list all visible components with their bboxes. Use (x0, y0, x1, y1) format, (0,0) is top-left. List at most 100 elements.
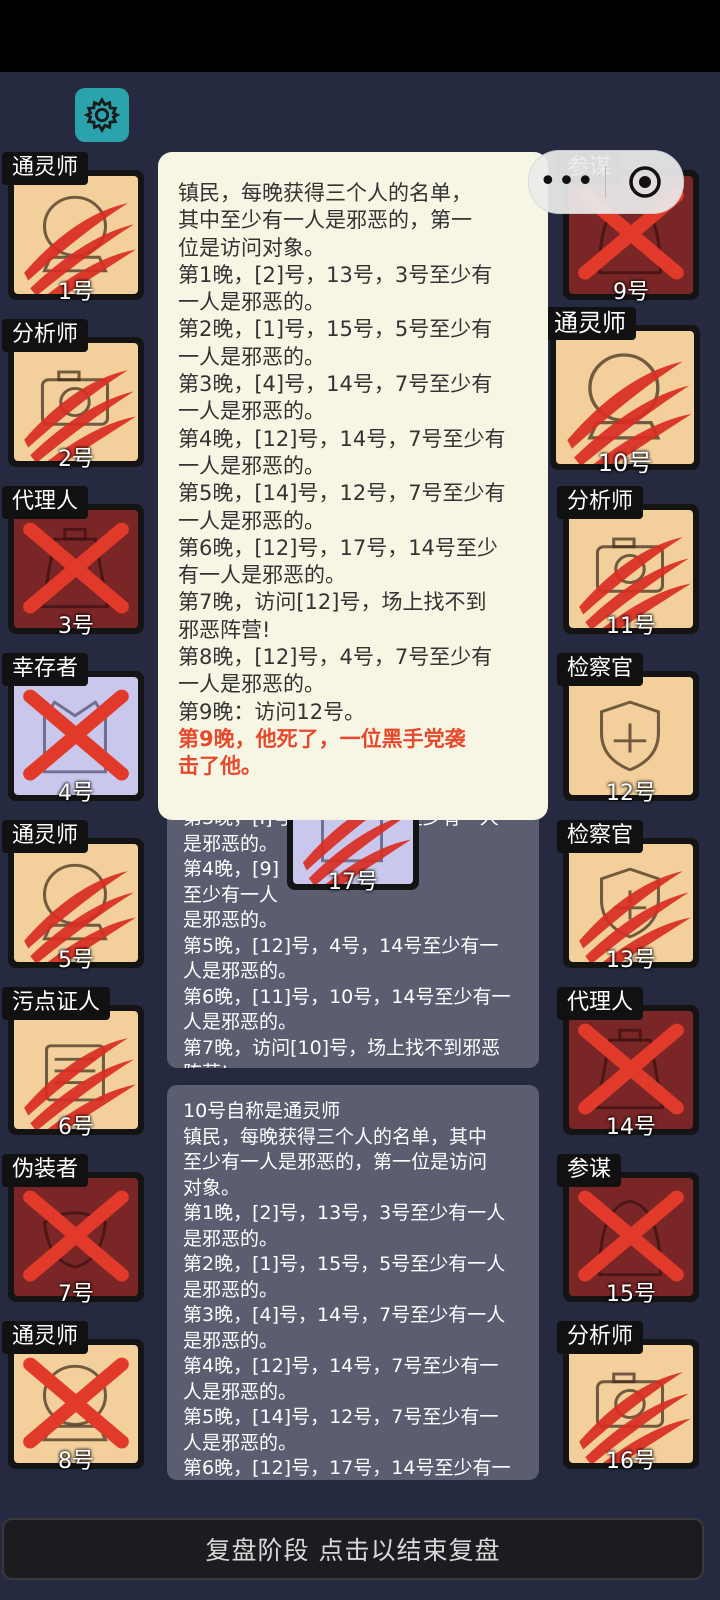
player-number: 3号 (58, 614, 94, 639)
text-line: 第3晚，[4]号，14号，7号至少有 (178, 372, 493, 397)
text-line: 是邪恶的。 (183, 1278, 279, 1301)
player-number: 8号 (58, 1449, 94, 1474)
status-bar (0, 0, 720, 72)
role-label: 通灵师 (2, 152, 89, 185)
text-line: 第6晚，[11]号，10号，14号至少有一 (183, 985, 511, 1008)
popup-alert: 第9晚，他死了，一位黑手党袭 击了他。 (178, 726, 528, 781)
dead-cross-mark (23, 522, 129, 614)
text-line: 一人是邪恶的。 (178, 290, 325, 315)
player-number: 14号 (606, 1115, 656, 1140)
text-line: 第4晚，[12]号，14号，7号至少有 (178, 426, 506, 451)
text-line: 第6晚，[12]号，17号，14号至少有一 (183, 1457, 511, 1479)
player-number: 11号 (606, 614, 656, 639)
text-line: 镇民，每晚获得三个人的名单，其中 (183, 1125, 488, 1148)
player-card[interactable]: 分析师 2号 (2, 319, 144, 472)
player-card[interactable]: 检察官 12号 (557, 653, 699, 806)
prosecutor-badge-icon (600, 700, 660, 772)
player-number: 16号 (606, 1449, 656, 1474)
text-line: 一人是邪恶的。 (178, 453, 325, 478)
player-card[interactable]: 通灵师 10号 (544, 307, 700, 476)
card-art (14, 510, 138, 628)
settings-button[interactable] (75, 88, 129, 142)
player-card[interactable]: 污点证人 6号 (2, 987, 144, 1140)
player-card[interactable]: 代理人 3号 (2, 486, 144, 639)
end-review-button[interactable]: 复盘阶段 点击以结束复盘 (2, 1518, 704, 1580)
role-info-popup[interactable]: 镇民，每晚获得三个人的名单， 其中至少有一人是邪恶的，第一 位是访问对象。 第1晚，[… (158, 152, 548, 820)
card-art (14, 1345, 138, 1463)
player-card[interactable]: 分析师 11号 (557, 486, 699, 639)
text-line: 一人是邪恶的。 (178, 508, 325, 533)
gear-icon (83, 97, 121, 133)
text-line: 第6晚，[12]号，17号，14号至少 (178, 535, 498, 560)
player-card[interactable]: 通灵师 5号 (2, 820, 144, 973)
text-line: 人是邪恶的。 (183, 1011, 298, 1033)
more-button[interactable]: ••• (529, 167, 605, 197)
close-button[interactable] (606, 165, 683, 199)
text-line: 第1晚，[2]号，13号，3号至少有 (178, 262, 493, 287)
player-number: 9号 (613, 280, 649, 305)
text-line: 至少有一人是邪恶的，第一位是访问 (183, 1151, 488, 1173)
card-art (569, 510, 693, 628)
miniprogram-capsule: ••• (528, 150, 684, 214)
log-panel[interactable]: 10号自称是通灵师镇民，每晚获得三个人的名单，其中 至少有一人是邪恶的，第一位是访… (167, 1085, 539, 1480)
player-card[interactable]: 检察官 13号 (557, 820, 699, 973)
card-art (569, 1345, 693, 1463)
card-art (569, 1178, 693, 1296)
role-label: 幸存者 (2, 653, 89, 686)
dead-cross-mark (578, 1023, 684, 1115)
player-number: 5号 (58, 948, 94, 973)
text-line: 第2晚，[1]号，15号，5号至少有一人 (183, 1253, 506, 1275)
text-line: 10号自称是通灵师 (183, 1100, 341, 1122)
text-line: 是邪恶的。 (183, 909, 279, 931)
text-line: 第5晚，[12]号，4号，14号至少有一 (183, 934, 499, 957)
role-label: 参谋 (557, 1154, 622, 1187)
text-line: 一人是邪恶的。 (178, 399, 325, 424)
text-line: 第4晚，[12]号，14号，7号至少有一 (183, 1355, 499, 1377)
player-card[interactable]: 伪装者 7号 (2, 1154, 144, 1307)
role-label: 代理人 (2, 486, 89, 519)
player-card[interactable]: 幸存者 4号 (2, 653, 144, 806)
player-number: 1号 (58, 280, 94, 305)
player-card[interactable]: 参谋 15号 (557, 1154, 699, 1307)
role-label: 分析师 (557, 1321, 644, 1354)
text-line: 人是邪恶的。 (183, 1431, 298, 1454)
card-art (569, 677, 693, 795)
text-line: 镇民，每晚获得三个人的名单， (178, 181, 472, 205)
text-line: 是邪恶的。 (183, 1227, 279, 1250)
player-card[interactable]: 通灵师 8号 (2, 1321, 144, 1474)
end-review-label: 复盘阶段 点击以结束复盘 (205, 1536, 501, 1565)
card-art (14, 844, 138, 962)
role-label: 检察官 (557, 820, 644, 853)
card-art (14, 677, 138, 795)
role-label: 代理人 (557, 987, 644, 1020)
text-line: 位是访问对象。 (178, 235, 325, 260)
player-number: 13号 (606, 948, 656, 973)
text-line: 第1晚，[2]号，13号，3号至少有一人 (183, 1202, 506, 1224)
player-card[interactable]: 通灵师 1号 (2, 152, 144, 305)
text-line: 一人是邪恶的。 (178, 344, 325, 369)
card-art (14, 1011, 138, 1129)
text-line: 对象。 (183, 1176, 241, 1199)
text-line: 阵营! (183, 1061, 523, 1068)
player-card[interactable]: 代理人 14号 (557, 987, 699, 1140)
role-label: 通灵师 (2, 820, 89, 853)
text-line: 第8晚，[12]号，4号，7号至少有 (178, 645, 493, 670)
text-line: 第9晚，他死了，一位黑手党袭 (178, 726, 466, 751)
text-line: 第7晚，访问[10]号，场上找不到邪恶 (183, 1036, 501, 1059)
text-line: 第3晚，[4]号，14号，7号至少有一人 (183, 1304, 506, 1326)
player-number: 10号 (597, 449, 653, 477)
text-line: 第9晚：访问12号。 (178, 699, 366, 724)
role-label: 伪装者 (2, 1154, 89, 1187)
role-label: 通灵师 (2, 1321, 89, 1354)
dead-cross-mark (578, 1190, 684, 1282)
card-art (556, 331, 694, 464)
role-label: 分析师 (2, 319, 89, 352)
text-line: 第7晚，访问[12]号，场上找不到 (178, 590, 487, 615)
player-card[interactable]: 分析师 16号 (557, 1321, 699, 1474)
card-art (569, 1011, 693, 1129)
text-line: 是邪恶的。 (183, 1329, 279, 1352)
card-art (14, 176, 138, 294)
player-number: 12号 (606, 781, 656, 806)
text-line: 有一人是邪恶的。 (178, 563, 346, 588)
player-number: 4号 (58, 781, 94, 806)
